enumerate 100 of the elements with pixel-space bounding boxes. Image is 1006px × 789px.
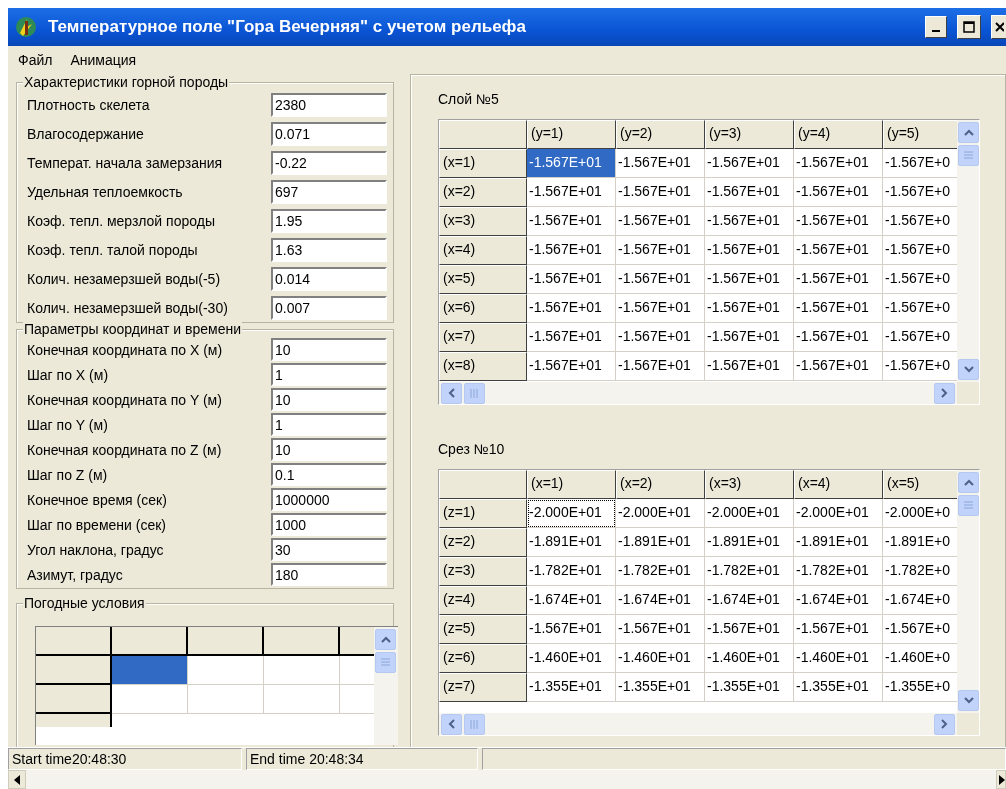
table-cell[interactable]: -1.567E+01 bbox=[616, 207, 705, 236]
table-cell[interactable]: -1.567E+01 bbox=[794, 323, 883, 352]
table-cell[interactable]: -1.460E+01 bbox=[616, 644, 705, 673]
table-cell[interactable]: -1.567E+01 bbox=[616, 149, 705, 178]
table-cell[interactable]: -1.891E+01 bbox=[527, 528, 616, 557]
grid-cell[interactable] bbox=[112, 685, 188, 714]
table-cell[interactable]: -1.567E+01 bbox=[794, 236, 883, 265]
scroll-up-button[interactable] bbox=[958, 122, 979, 143]
table-cell[interactable]: -1.674E+01 bbox=[616, 586, 705, 615]
grid-cell[interactable] bbox=[264, 685, 340, 714]
input-field[interactable]: 0.014 bbox=[271, 267, 387, 291]
table-cell[interactable]: -1.567E+01 bbox=[616, 615, 705, 644]
table-cell[interactable]: -1.567E+01 bbox=[616, 265, 705, 294]
input-field[interactable]: 697 bbox=[271, 180, 387, 204]
scroll-up-button[interactable] bbox=[958, 472, 979, 493]
table-cell[interactable]: -1.674E+01 bbox=[794, 586, 883, 615]
table-cell[interactable]: -1.355E+01 bbox=[794, 673, 883, 702]
table-cell[interactable]: -1.567E+01 bbox=[527, 323, 616, 352]
close-button[interactable] bbox=[991, 15, 1006, 39]
table-cell[interactable]: -1.567E+01 bbox=[705, 615, 794, 644]
table-cell[interactable]: -1.567E+01 bbox=[527, 178, 616, 207]
table-cell[interactable]: -1.567E+01 bbox=[705, 352, 794, 381]
scrollbar-thumb[interactable] bbox=[464, 713, 485, 735]
weather-grid[interactable] bbox=[35, 626, 398, 745]
table-cell[interactable]: -1.567E+01 bbox=[705, 178, 794, 207]
data-grid[interactable] bbox=[438, 119, 980, 405]
table-cell[interactable]: -1.567E+01 bbox=[705, 207, 794, 236]
table-cell[interactable]: -2.000E+01 bbox=[616, 499, 705, 528]
maximize-button[interactable] bbox=[957, 15, 981, 39]
minimize-button[interactable] bbox=[925, 16, 947, 38]
table-cell[interactable]: -1.567E+01 bbox=[794, 615, 883, 644]
table-cell[interactable]: -1.567E+01 bbox=[794, 352, 883, 381]
input-field[interactable]: 1000 bbox=[271, 513, 387, 536]
table-cell[interactable]: -2.000E+01 bbox=[705, 499, 794, 528]
table-cell[interactable]: -1.567E+01 bbox=[527, 236, 616, 265]
table-cell[interactable]: -1.567E+01 bbox=[794, 265, 883, 294]
table-cell[interactable]: -1.567E+01 bbox=[794, 149, 883, 178]
table-cell[interactable]: -1.891E+01 bbox=[794, 528, 883, 557]
table-cell[interactable]: -1.891E+01 bbox=[705, 528, 794, 557]
input-field[interactable]: 2380 bbox=[271, 93, 387, 117]
input-field[interactable]: 10 bbox=[271, 338, 387, 361]
input-field[interactable]: 30 bbox=[271, 538, 387, 561]
scrollbar-thumb[interactable] bbox=[958, 145, 979, 166]
table-cell[interactable]: -1.460E+01 bbox=[794, 644, 883, 673]
table-cell[interactable]: -1.567E+01 bbox=[527, 352, 616, 381]
table-cell[interactable]: -1.460E+01 bbox=[527, 644, 616, 673]
table-cell[interactable]: -1.674E+01 bbox=[705, 586, 794, 615]
scrollbar-thumb[interactable] bbox=[958, 495, 979, 516]
table-cell[interactable]: -1.782E+01 bbox=[794, 557, 883, 586]
input-field[interactable]: 0.071 bbox=[271, 122, 387, 146]
table-cell[interactable]: -1.782E+01 bbox=[527, 557, 616, 586]
table-cell[interactable]: -2.000E+01 bbox=[527, 499, 616, 528]
table-cell[interactable]: -1.674E+01 bbox=[527, 586, 616, 615]
input-field[interactable]: 0.1 bbox=[271, 463, 387, 486]
scroll-left-button[interactable] bbox=[8, 770, 26, 789]
input-field[interactable]: 0.007 bbox=[271, 296, 387, 320]
scroll-down-button[interactable] bbox=[958, 690, 979, 711]
scroll-up-button[interactable] bbox=[375, 629, 396, 650]
table-cell[interactable]: -1.567E+01 bbox=[616, 352, 705, 381]
grid-cell[interactable] bbox=[188, 656, 264, 685]
input-field[interactable]: 10 bbox=[271, 438, 387, 461]
table-cell[interactable]: -1.567E+01 bbox=[616, 294, 705, 323]
input-field[interactable]: 1.63 bbox=[271, 238, 387, 262]
grid-cell[interactable] bbox=[112, 656, 188, 685]
input-field[interactable]: 1000000 bbox=[271, 488, 387, 511]
table-cell[interactable]: -1.891E+01 bbox=[616, 528, 705, 557]
data-grid[interactable] bbox=[438, 469, 980, 736]
table-cell[interactable]: -1.567E+01 bbox=[527, 294, 616, 323]
scrollbar-thumb[interactable] bbox=[464, 382, 485, 404]
table-cell[interactable]: -1.567E+01 bbox=[527, 207, 616, 236]
input-field[interactable]: 1 bbox=[271, 363, 387, 386]
table-cell[interactable]: -1.460E+01 bbox=[705, 644, 794, 673]
menu-item[interactable]: Файл bbox=[18, 52, 53, 68]
grid-cell[interactable] bbox=[264, 656, 340, 685]
input-field[interactable]: 10 bbox=[271, 388, 387, 411]
table-cell[interactable]: -1.567E+01 bbox=[527, 149, 616, 178]
table-cell[interactable]: -1.355E+01 bbox=[527, 673, 616, 702]
table-cell[interactable]: -1.782E+01 bbox=[705, 557, 794, 586]
table-cell[interactable]: -1.567E+01 bbox=[794, 207, 883, 236]
table-cell[interactable]: -1.567E+01 bbox=[705, 323, 794, 352]
table-cell[interactable]: -1.567E+01 bbox=[705, 265, 794, 294]
table-cell[interactable]: -1.567E+01 bbox=[527, 265, 616, 294]
input-field[interactable]: 180 bbox=[271, 563, 387, 586]
table-cell[interactable]: -1.782E+01 bbox=[616, 557, 705, 586]
table-cell[interactable]: -1.355E+01 bbox=[705, 673, 794, 702]
table-cell[interactable]: -1.567E+01 bbox=[616, 236, 705, 265]
grid-cell[interactable] bbox=[188, 685, 264, 714]
table-cell[interactable]: -1.567E+01 bbox=[705, 236, 794, 265]
table-cell[interactable]: -1.567E+01 bbox=[616, 323, 705, 352]
table-cell[interactable]: -1.567E+01 bbox=[616, 178, 705, 207]
input-field[interactable]: 1 bbox=[271, 413, 387, 436]
scroll-down-button[interactable] bbox=[958, 359, 979, 380]
table-cell[interactable]: -1.567E+01 bbox=[794, 178, 883, 207]
table-cell[interactable]: -1.567E+01 bbox=[527, 615, 616, 644]
table-cell[interactable]: -2.000E+01 bbox=[794, 499, 883, 528]
scroll-right-button[interactable] bbox=[996, 770, 1006, 789]
input-field[interactable]: 1.95 bbox=[271, 209, 387, 233]
scrollbar-thumb[interactable] bbox=[375, 652, 396, 673]
table-cell[interactable]: -1.567E+01 bbox=[705, 294, 794, 323]
table-cell[interactable]: -1.567E+01 bbox=[705, 149, 794, 178]
